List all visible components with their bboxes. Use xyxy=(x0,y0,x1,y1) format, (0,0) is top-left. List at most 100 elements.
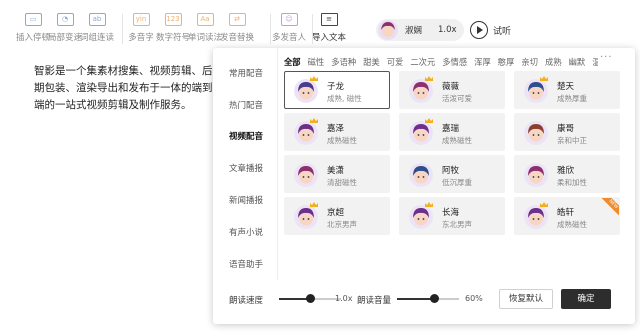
number-icon: 123 xyxy=(164,13,182,26)
voice-tags: 活泼可爱 xyxy=(442,94,472,103)
voice-selection-panel: 常用配音热门配音视频配音文章播报新闻播报有声小说语音助手 全部 磁性 多语种 甜美 可爱… xyxy=(213,48,635,324)
voice-card[interactable]: 嘉瑞 成熟磁性 xyxy=(399,113,505,151)
voice-tags: 成熟, 磁性 xyxy=(327,94,362,103)
voice-name: 长海 xyxy=(442,208,460,218)
nav-item-3[interactable]: 文章播报 xyxy=(229,162,263,174)
tool-label: 词组连读 xyxy=(79,33,114,43)
voice-avatar xyxy=(294,163,318,187)
voice-tags: 北京男声 xyxy=(327,220,357,229)
voice-card[interactable]: 皓轩 成熟磁性 NEW xyxy=(514,197,620,235)
voice-tags: 成熟厚重 xyxy=(557,94,587,103)
voice-card[interactable]: 嘉泽 成熟磁性 xyxy=(284,113,390,151)
filter-tag[interactable]: 磁性 xyxy=(308,56,325,68)
filter-tag[interactable]: 甜美 xyxy=(363,56,380,68)
voice-category-nav: 常用配音热门配音视频配音文章播报新闻播报有声小说语音助手 xyxy=(213,48,271,280)
tool-phrase[interactable]: ab 词组连读 xyxy=(74,13,120,43)
voice-avatar xyxy=(294,205,318,229)
voice-tags: 低沉厚重 xyxy=(442,178,472,187)
crown-icon xyxy=(540,76,548,81)
confirm-button[interactable]: 确定 xyxy=(561,289,611,309)
volume-label: 朗读音量 xyxy=(357,296,392,306)
voice-avatar xyxy=(294,121,318,145)
voice-card[interactable]: 子龙成熟, 磁性 xyxy=(284,71,390,109)
filter-tag[interactable]: 多语种 xyxy=(331,56,356,68)
voice-card[interactable]: 长海 东北男声 xyxy=(399,197,505,235)
try-listen-button[interactable]: 试听 xyxy=(470,19,511,41)
filter-tag[interactable]: 浑厚 xyxy=(474,56,491,68)
crown-icon xyxy=(540,202,548,207)
crown-icon xyxy=(425,118,433,123)
panel-footer: 朗读速度 1.0x 朗读音量 60% 恢复默认 确定 xyxy=(213,280,635,324)
voice-card[interactable]: 阿牧 低沉厚重 xyxy=(399,155,505,193)
volume-slider-fill xyxy=(397,298,435,300)
voice-avatar xyxy=(378,20,398,40)
voice-name: 阿牧 xyxy=(442,166,460,176)
voice-card[interactable]: 薇薇 活泼可爱 xyxy=(399,71,505,109)
voice-avatar xyxy=(524,163,548,187)
voice-name: 京超 xyxy=(327,208,345,218)
voice-avatar xyxy=(524,205,548,229)
toolbar-divider xyxy=(312,14,313,44)
voice-tags: 成熟磁性 xyxy=(327,136,357,145)
tool-replace[interactable]: ⇄ 发音替换 xyxy=(214,13,260,43)
voice-avatar xyxy=(409,121,433,145)
voice-avatar xyxy=(409,79,433,103)
volume-slider-knob[interactable] xyxy=(430,294,440,303)
filter-tag[interactable]: 全部 xyxy=(284,56,301,68)
voice-card[interactable]: 雅欣 柔和加性 xyxy=(514,155,620,193)
speed-slider-knob[interactable] xyxy=(306,294,315,303)
filter-tag[interactable]: 二次元 xyxy=(410,56,435,68)
speed-slider[interactable] xyxy=(279,294,341,303)
volume-slider[interactable] xyxy=(397,294,459,303)
voice-tags: 柔和加性 xyxy=(557,178,587,187)
nav-item-6[interactable]: 语音助手 xyxy=(229,258,263,270)
editor-text[interactable]: 智影是一个集素材搜集、视频剪辑、后期包装、渲染导出和发布于一体的端到端的一站式视… xyxy=(34,63,214,114)
import-text-icon: ≡ xyxy=(320,13,338,26)
toolbar: ▭ 插入停顿 ◔ 局部变速 ab 词组连读 yin 多音字 123 数字符号 Aa 单词读法 ⇄ 发音替换… xyxy=(0,0,640,52)
voice-name: 美潇 xyxy=(327,166,345,176)
voice-name: 子龙 xyxy=(327,82,345,92)
voice-avatar xyxy=(524,121,548,145)
filter-tag[interactable]: 幽默 xyxy=(569,56,586,68)
reset-default-button[interactable]: 恢复默认 xyxy=(499,289,553,309)
speed-value: 1.0x xyxy=(335,294,353,303)
voice-name: 雅欣 xyxy=(557,166,575,176)
current-speed: 1.0x xyxy=(438,25,457,35)
pause-icon: ▭ xyxy=(24,13,42,26)
filter-tag[interactable]: 多情感 xyxy=(442,56,467,68)
multi-speaker-icon: ☺ xyxy=(280,13,298,26)
filter-tag[interactable]: 可爱 xyxy=(387,56,404,68)
voice-name: 嘉瑞 xyxy=(442,124,460,134)
try-listen-label: 试听 xyxy=(493,26,512,37)
phrase-icon: ab xyxy=(88,13,106,26)
nav-item-1[interactable]: 热门配音 xyxy=(229,99,263,111)
voice-card[interactable]: 康哥 亲和中正 xyxy=(514,113,620,151)
play-icon xyxy=(470,21,488,39)
nav-item-5[interactable]: 有声小说 xyxy=(229,226,263,238)
crown-icon xyxy=(425,76,433,81)
nav-item-2[interactable]: 视频配音 xyxy=(229,130,263,142)
tool-label: 导入文本 xyxy=(311,33,346,43)
voice-tags: 清甜磁性 xyxy=(327,178,357,187)
filter-tag[interactable]: 成熟 xyxy=(545,56,562,68)
tool-label: 多发音人 xyxy=(271,33,306,43)
voice-card[interactable]: 美潇 清甜磁性 xyxy=(284,155,390,193)
crown-icon xyxy=(310,118,318,123)
filter-tag[interactable]: 憨厚 xyxy=(498,56,515,68)
voice-card[interactable]: 楚天 成熟厚重 xyxy=(514,71,620,109)
voice-name: 薇薇 xyxy=(442,82,460,92)
current-voice-selector[interactable]: 淑娴 1.0x xyxy=(376,19,464,41)
polyphone-icon: yin xyxy=(132,13,150,26)
voice-card[interactable]: 京超 北京男声 xyxy=(284,197,390,235)
new-badge-text: NEW xyxy=(601,198,619,216)
voice-tags: 亲和中正 xyxy=(557,136,587,145)
voice-avatar xyxy=(294,79,318,103)
filter-tag[interactable]: 亲切 xyxy=(521,56,538,68)
nav-item-4[interactable]: 新闻播报 xyxy=(229,194,263,206)
nav-item-0[interactable]: 常用配音 xyxy=(229,67,263,79)
current-voice-name: 淑娴 xyxy=(405,26,423,36)
filter-tag[interactable]: 温 xyxy=(592,56,598,68)
voice-name: 康哥 xyxy=(557,124,575,134)
more-filters-icon[interactable]: ··· xyxy=(600,52,613,63)
voice-tags: 成熟磁性 xyxy=(442,136,472,145)
